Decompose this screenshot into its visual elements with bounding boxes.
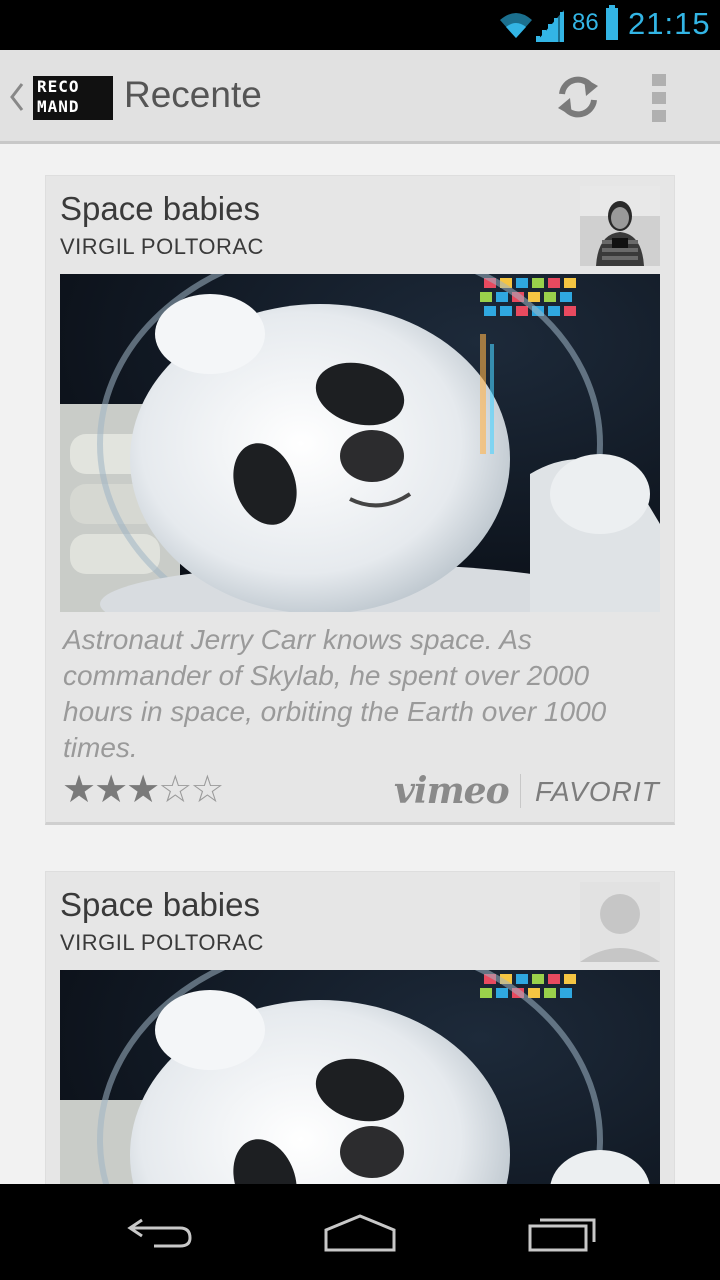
page-title: Recente	[124, 74, 262, 115]
star-filled-icon[interactable]: ★	[94, 768, 128, 812]
wifi-icon	[500, 13, 532, 38]
card-title: Space babies	[60, 886, 260, 923]
author-avatar[interactable]	[580, 186, 660, 266]
video-thumbnail[interactable]	[60, 274, 660, 612]
recent-apps-icon[interactable]	[526, 1212, 598, 1252]
video-card[interactable]: Space babies VIRGIL POLTORAC	[45, 175, 675, 825]
card-description: Astronaut Jerry Carr knows space. As com…	[63, 624, 607, 763]
vimeo-logo: vimeo	[394, 770, 510, 812]
star-rating[interactable]: ★★★☆☆	[62, 768, 224, 812]
star-filled-icon[interactable]: ★	[62, 768, 96, 812]
feed-list[interactable]: Space babies VIRGIL POLTORAC Astronaut J…	[0, 147, 720, 1184]
star-filled-icon[interactable]: ★	[126, 768, 160, 812]
video-card[interactable]: Space babies VIRGIL POLTORAC	[45, 871, 675, 1184]
app-logo[interactable]: RECO MAND	[33, 76, 113, 120]
action-bar: RECO MAND Recente	[0, 50, 720, 144]
favorite-button[interactable]: FAVORIT	[535, 776, 660, 808]
star-empty-icon[interactable]: ☆	[190, 768, 224, 812]
navigation-bar	[0, 1184, 720, 1280]
chevron-left-icon[interactable]	[8, 80, 26, 114]
status-bar: 86 21:15	[0, 0, 720, 50]
screen: 86 21:15 RECO MAND Recente Space babies	[0, 0, 720, 1280]
signal-icon	[536, 10, 564, 42]
clock: 21:15	[628, 6, 711, 41]
star-empty-icon[interactable]: ☆	[158, 768, 192, 812]
card-author[interactable]: VIRGIL POLTORAC	[60, 234, 264, 260]
back-icon[interactable]	[124, 1212, 196, 1252]
logo-line-1: RECO	[37, 77, 80, 96]
home-icon[interactable]	[322, 1212, 398, 1252]
divider	[520, 774, 521, 808]
card-title: Space babies	[60, 190, 260, 227]
video-thumbnail[interactable]	[60, 970, 660, 1184]
default-avatar-icon[interactable]	[580, 882, 660, 962]
overflow-menu-icon[interactable]	[652, 74, 666, 122]
card-author[interactable]: VIRGIL POLTORAC	[60, 930, 264, 956]
battery-percent: 86	[572, 9, 599, 36]
logo-line-2: MAND	[37, 97, 80, 116]
battery-icon	[606, 5, 618, 40]
refresh-icon[interactable]	[554, 72, 602, 122]
